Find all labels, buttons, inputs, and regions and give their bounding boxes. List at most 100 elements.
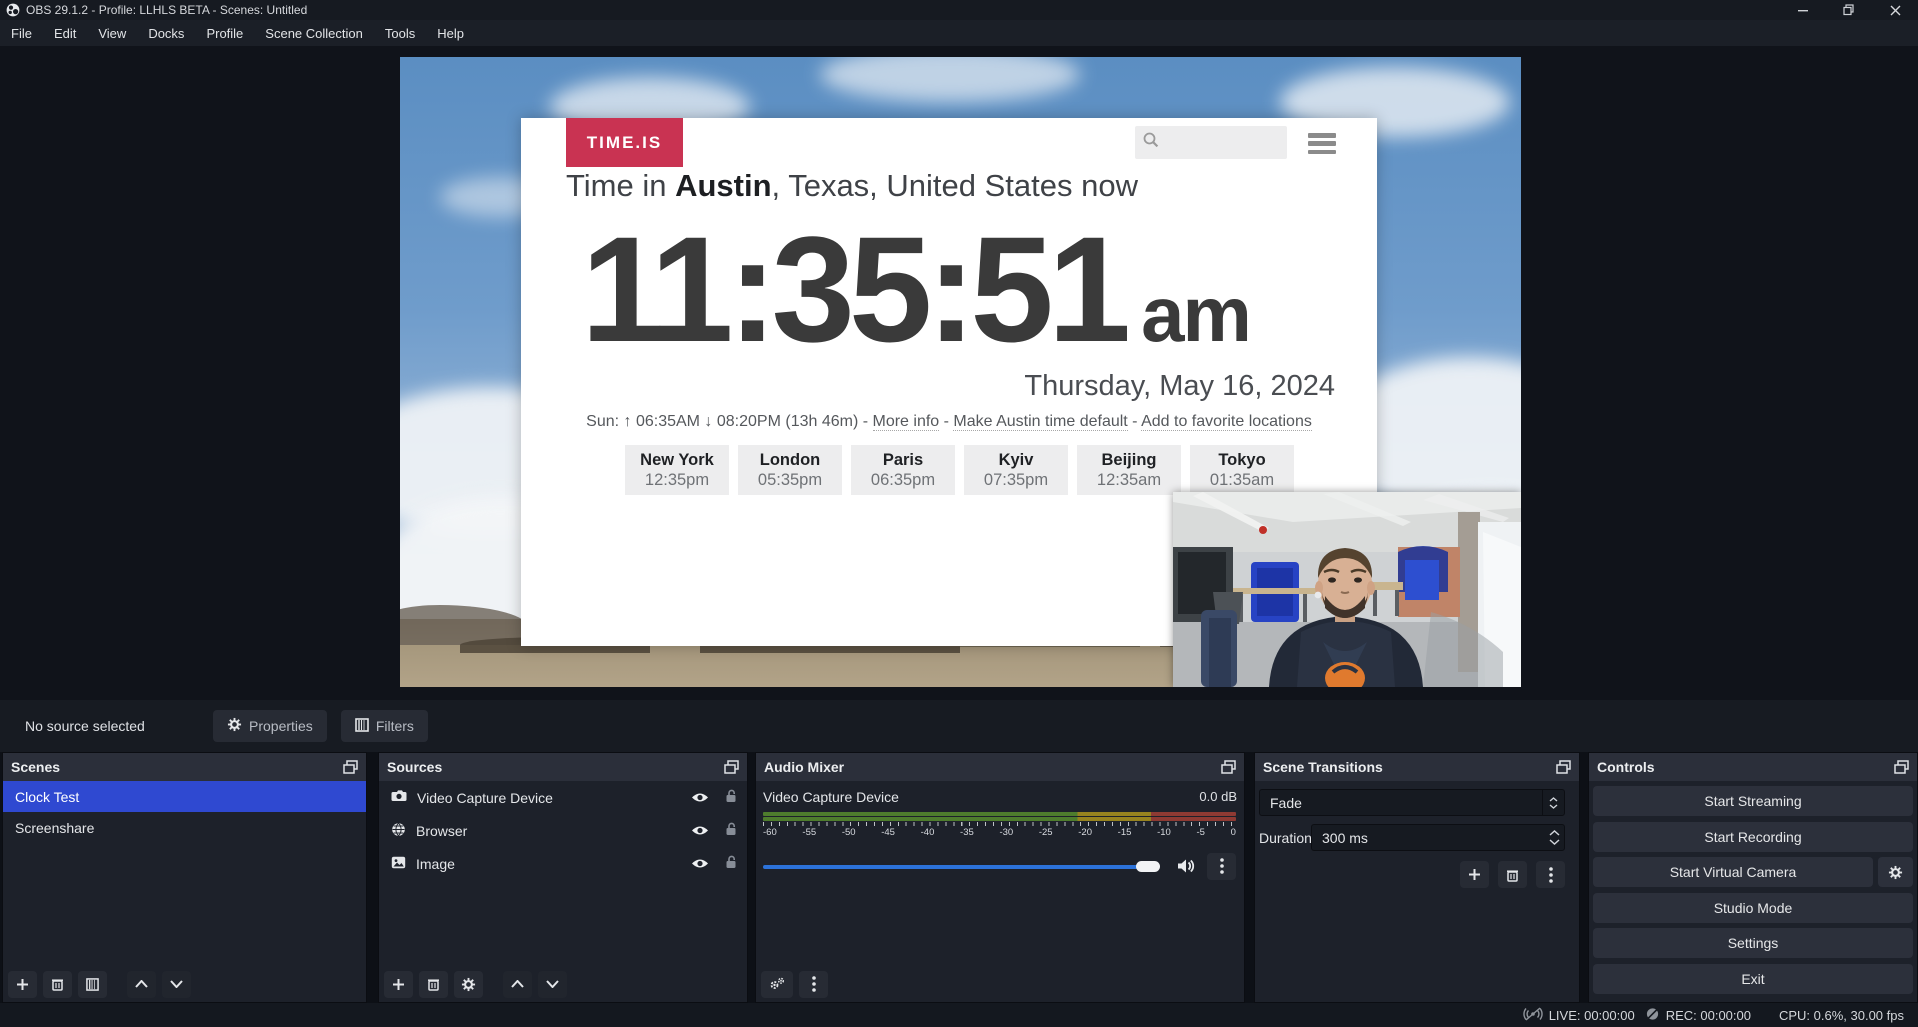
menu-file[interactable]: File [0,20,43,46]
more-info-link[interactable]: More info [873,413,940,431]
selection-status: No source selected [25,718,195,734]
visibility-eye-icon[interactable] [691,823,709,839]
lock-icon[interactable] [725,789,737,806]
city-card-tokyo[interactable]: Tokyo01:35am [1190,445,1294,495]
heading-suffix: , Texas, United States now [772,168,1138,203]
city-card-new-york[interactable]: New York12:35pm [625,445,729,495]
rec-status: REC: 00:00:00 [1645,1007,1751,1024]
properties-label: Properties [249,718,313,734]
city-card-beijing[interactable]: Beijing12:35am [1077,445,1181,495]
status-bar: LIVE: 00:00:00 REC: 00:00:00 CPU: 0.6%, … [0,1003,1918,1027]
source-row-video-capture[interactable]: Video Capture Device [379,781,747,814]
start-streaming-button[interactable]: Start Streaming [1593,786,1913,816]
lock-icon[interactable] [725,855,737,872]
visibility-eye-icon[interactable] [691,790,709,806]
popout-icon[interactable] [1221,760,1236,774]
properties-button[interactable]: Properties [213,710,327,742]
popout-icon[interactable] [724,760,739,774]
menu-profile[interactable]: Profile [195,20,254,46]
spinner-arrows[interactable] [1544,830,1564,845]
advanced-audio-button[interactable] [761,971,793,998]
virtual-camera-settings-button[interactable] [1878,857,1913,887]
speaker-icon[interactable] [1177,858,1195,874]
sun-info-line: Sun: ↑ 06:35AM ↓ 08:20PM (13h 46m) - Mor… [521,413,1377,431]
mixer-channel-menu-button[interactable] [1207,853,1236,880]
visibility-eye-icon[interactable] [691,856,709,872]
settings-button[interactable]: Settings [1593,928,1913,958]
clock-meridiem: am [1141,269,1250,360]
menu-scene-collection[interactable]: Scene Collection [254,20,374,46]
city-card-kyiv[interactable]: Kyiv07:35pm [964,445,1068,495]
minimize-button[interactable] [1780,0,1826,20]
volume-slider-handle[interactable] [1136,861,1160,872]
studio-mode-button[interactable]: Studio Mode [1593,893,1913,923]
volume-slider[interactable] [763,853,1167,879]
scene-item-screenshare[interactable]: Screenshare [3,812,366,843]
scenes-panel: Scenes Clock Test Screenshare [2,752,367,1003]
move-source-up-button[interactable] [503,971,532,998]
close-button[interactable] [1872,0,1918,20]
mixer-menu-button[interactable] [799,971,828,998]
exit-button[interactable]: Exit [1593,964,1913,994]
sources-title: Sources [387,759,442,775]
menu-tools[interactable]: Tools [374,20,426,46]
date-text: Thursday, May 16, 2024 [1024,370,1335,403]
move-scene-down-button[interactable] [162,971,191,998]
restore-button[interactable] [1826,0,1872,20]
move-scene-up-button[interactable] [127,971,156,998]
menu-docks[interactable]: Docks [137,20,195,46]
program-canvas[interactable]: TIME.IS Time in Austin, Texas, United St… [400,57,1521,687]
popout-icon[interactable] [343,760,358,774]
add-favorite-link[interactable]: Add to favorite locations [1141,413,1312,431]
search-icon [1142,131,1160,154]
start-recording-button[interactable]: Start Recording [1593,822,1913,852]
add-transition-button[interactable] [1460,861,1489,888]
add-source-button[interactable] [384,971,413,998]
separator: - [1128,413,1141,430]
title-bar: OBS 29.1.2 - Profile: LLHLS BETA - Scene… [0,0,1918,20]
obs-window: OBS 29.1.2 - Profile: LLHLS BETA - Scene… [0,0,1918,1027]
popout-icon[interactable] [1894,760,1909,774]
scene-filters-button[interactable] [78,971,107,998]
filters-button[interactable]: Filters [341,710,428,742]
menu-help[interactable]: Help [426,20,475,46]
source-row-image[interactable]: Image [379,847,747,880]
timeis-logo[interactable]: TIME.IS [566,118,683,167]
remove-scene-button[interactable] [43,971,72,998]
source-row-browser[interactable]: Browser [379,814,747,847]
search-input[interactable] [1160,131,1278,155]
menu-edit[interactable]: Edit [43,20,87,46]
source-properties-button[interactable] [454,971,483,998]
remove-source-button[interactable] [419,971,448,998]
hamburger-menu-icon[interactable] [1308,133,1336,154]
scene-item-clock-test[interactable]: Clock Test [3,781,366,812]
timeis-search-box[interactable] [1135,126,1287,159]
heading-prefix: Time in [566,168,675,203]
add-scene-button[interactable] [8,971,37,998]
clock-time: 11:35:51 [581,214,1125,364]
remove-transition-button[interactable] [1498,861,1527,888]
duration-value: 300 ms [1322,830,1368,846]
duration-spinbox[interactable]: 300 ms [1311,824,1565,851]
mixer-db-value: 0.0 dB [1199,789,1237,805]
menu-view[interactable]: View [87,20,137,46]
heading-city: Austin [675,168,771,203]
city-card-paris[interactable]: Paris06:35pm [851,445,955,495]
volume-meter: -60-55-50-45-40-35-30-25-20-15-10-50 [763,812,1236,838]
move-source-down-button[interactable] [538,971,567,998]
separator: - [939,413,953,430]
window-title: OBS 29.1.2 - Profile: LLHLS BETA - Scene… [26,3,307,17]
scene-transitions-panel: Scene Transitions Fade Duration 300 ms [1254,752,1580,1003]
lock-icon[interactable] [725,822,737,839]
rec-timer: REC: 00:00:00 [1666,1008,1751,1023]
transition-select[interactable]: Fade [1259,789,1565,816]
source-toolbar: No source selected Properties Filters [0,700,1918,752]
gear-icon [227,717,242,735]
source-label: Browser [416,823,681,839]
make-default-link[interactable]: Make Austin time default [953,413,1127,431]
cpu-fps-status: CPU: 0.6%, 30.00 fps [1779,1008,1904,1023]
popout-icon[interactable] [1556,760,1571,774]
city-card-london[interactable]: London05:35pm [738,445,842,495]
transition-menu-button[interactable] [1536,861,1565,888]
start-virtual-camera-button[interactable]: Start Virtual Camera [1593,857,1873,887]
